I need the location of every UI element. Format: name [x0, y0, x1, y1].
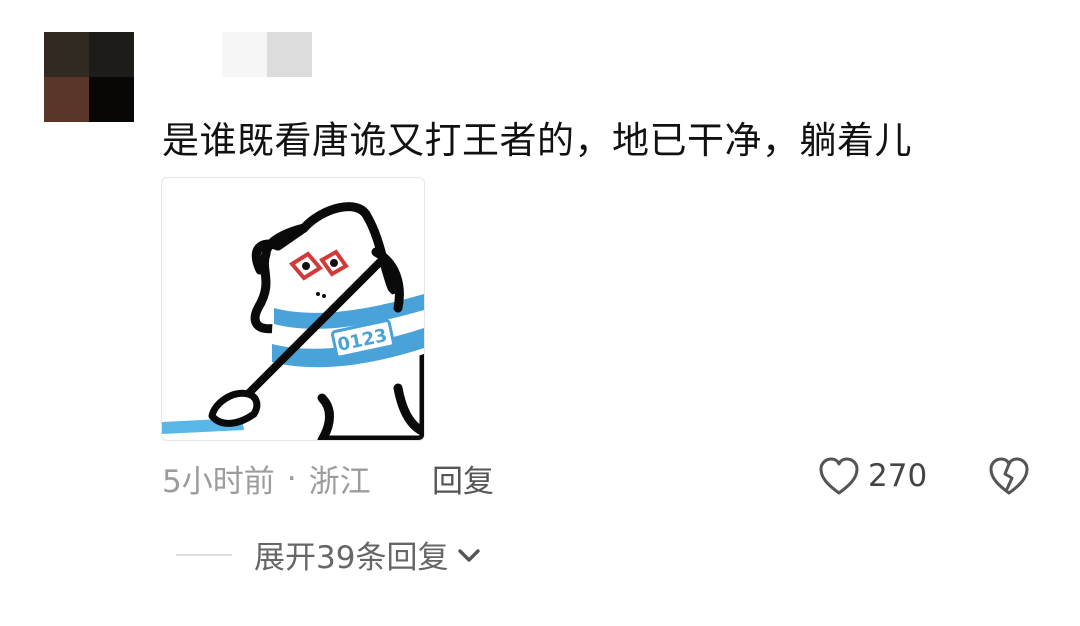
meta-separator: ·: [286, 460, 297, 497]
comment-meta: 5小时前 · 浙江: [162, 456, 371, 501]
comment-time: 5小时前: [162, 464, 275, 500]
chevron-down-icon: [458, 548, 481, 562]
heart-icon: [819, 457, 859, 495]
mop-head: [208, 389, 261, 427]
avatar-pixel: [89, 77, 134, 122]
avatar-pixel: [44, 32, 89, 77]
username-blur-block: [267, 32, 312, 77]
like-button[interactable]: 270: [818, 456, 927, 496]
like-count: 270: [868, 458, 928, 494]
reply-button[interactable]: 回复: [432, 456, 494, 501]
avatar-pixel: [44, 77, 89, 122]
expand-replies-label: 展开39条回复: [254, 540, 449, 576]
eye-right: [330, 259, 338, 267]
avatar[interactable]: [44, 32, 134, 122]
comment-text: 是谁既看唐诡又打王者的，地已干净，躺着儿: [162, 119, 912, 162]
dislike-button[interactable]: [988, 456, 1030, 500]
username-blur-block: [222, 32, 267, 77]
comment-sticker-image[interactable]: 0123: [161, 177, 425, 441]
avatar-pixel: [89, 32, 134, 77]
expand-replies-button[interactable]: 展开39条回复: [176, 532, 482, 577]
username-redacted[interactable]: [222, 32, 312, 77]
eye-left: [302, 262, 310, 270]
broken-heart-icon: [989, 457, 1029, 495]
cat-mopping-sticker-icon: 0123: [162, 202, 424, 440]
comment-location: 浙江: [308, 464, 371, 500]
expand-divider-line: [176, 553, 232, 556]
